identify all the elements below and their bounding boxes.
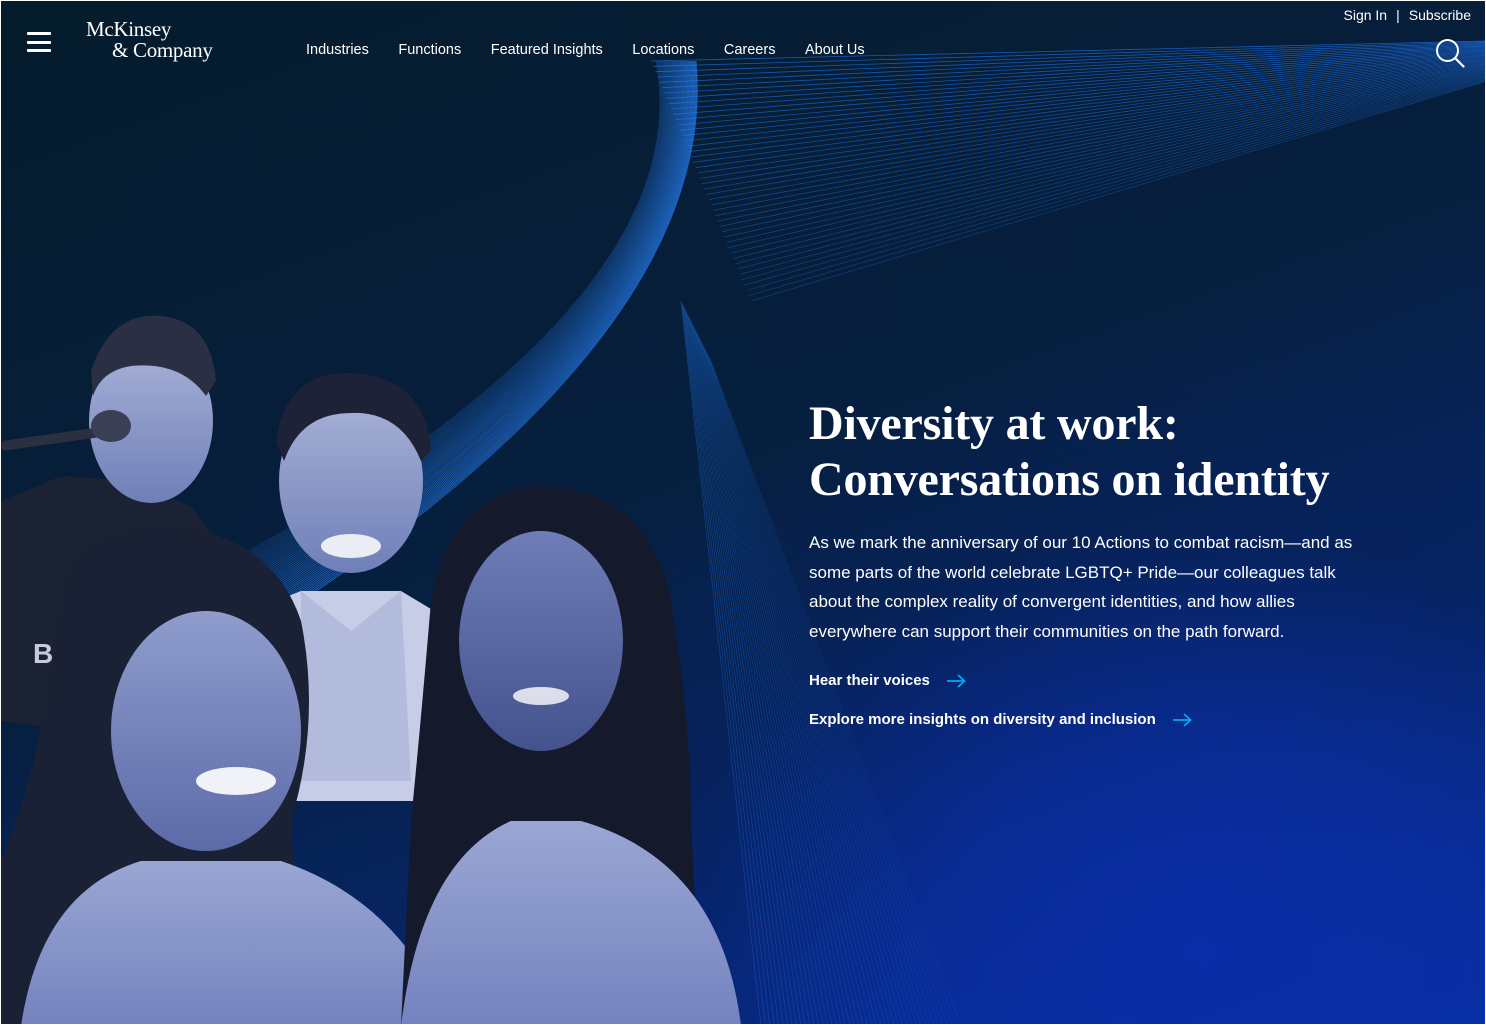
hero-description: As we mark the anniversary of our 10 Act… <box>809 533 1353 641</box>
background-line <box>744 78 1485 286</box>
arrow-right-icon <box>946 673 966 688</box>
background-line <box>730 73 1485 254</box>
hear-their-voices-link[interactable]: Hear their voices <box>809 672 1369 689</box>
background-line <box>722 69 1485 233</box>
subscribe-link[interactable]: Subscribe <box>1409 7 1471 23</box>
search-icon <box>1436 39 1465 68</box>
menu-bar <box>27 40 51 44</box>
main-nav: Industries Functions Featured Insights L… <box>306 42 894 58</box>
background-line <box>742 77 1485 281</box>
nav-item-industries[interactable]: Industries <box>306 42 369 58</box>
utility-bar: Sign In | Subscribe <box>1344 7 1472 23</box>
background-line <box>739 76 1485 275</box>
menu-bar <box>27 32 51 35</box>
utility-separator: | <box>1396 7 1400 23</box>
cta-label: Hear their voices <box>809 672 930 689</box>
arrow-right-icon <box>1172 712 1192 727</box>
nav-item-locations[interactable]: Locations <box>632 42 694 58</box>
brand-logo-line2: & Company <box>112 38 213 62</box>
background-line <box>684 54 1485 142</box>
brand-logo-line1: McKinsey <box>86 17 172 41</box>
hero-title-line2: Conversations on identity <box>809 453 1330 506</box>
background-line <box>746 79 1485 291</box>
hero-title-line1: Diversity at work: <box>809 397 1179 450</box>
hero-title: Diversity at work: Conversations on iden… <box>809 396 1369 508</box>
nav-item-careers[interactable]: Careers <box>724 42 776 58</box>
nav-item-about-us[interactable]: About Us <box>805 42 865 58</box>
nav-item-functions[interactable]: Functions <box>398 42 461 58</box>
background-line <box>679 52 1485 131</box>
sign-in-link[interactable]: Sign In <box>1344 7 1388 23</box>
cta-label: Explore more insights on diversity and i… <box>809 711 1156 728</box>
background-line <box>715 66 1485 217</box>
background-line <box>735 74 1485 265</box>
page: BROO Sign In | Subscribe McKinsey & Comp… <box>0 0 1486 1025</box>
hamburger-menu-icon[interactable] <box>27 32 51 52</box>
background-line <box>713 65 1485 211</box>
menu-bar <box>27 49 51 52</box>
search-button[interactable] <box>1435 38 1465 68</box>
background-line <box>750 81 1485 302</box>
explore-diversity-insights-link[interactable]: Explore more insights on diversity and i… <box>809 711 1369 728</box>
hero-people-photo: BROO <box>1 315 741 1024</box>
background-line <box>706 63 1485 195</box>
brand-logo[interactable]: McKinsey & Company <box>86 19 213 61</box>
hero-content: Diversity at work: Conversations on iden… <box>809 396 1369 728</box>
nav-item-featured-insights[interactable]: Featured Insights <box>491 42 603 58</box>
